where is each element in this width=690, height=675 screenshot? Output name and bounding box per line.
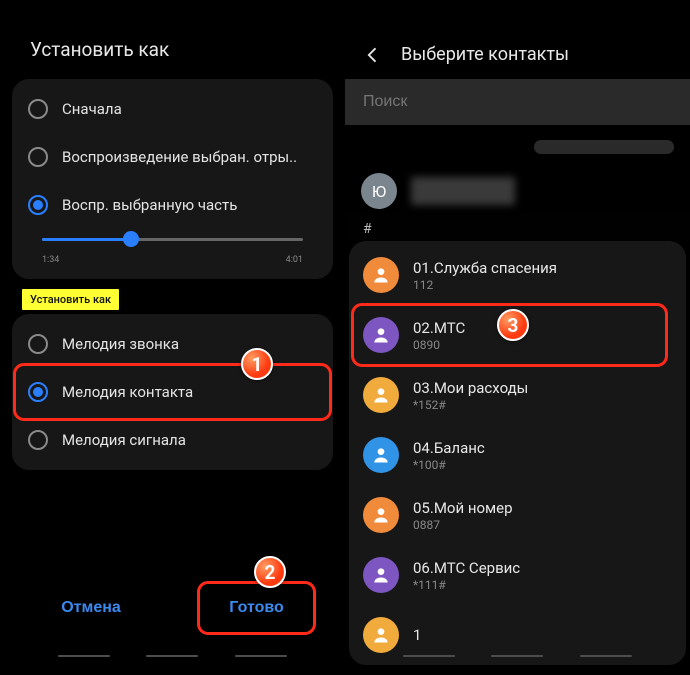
contact-row[interactable]: 04.Баланс*100# [349, 425, 686, 485]
set-as-ringtone[interactable]: Мелодия звонка [12, 320, 333, 368]
back-icon[interactable] [363, 45, 383, 65]
playback-option-selected-fragment[interactable]: Воспроизведение выбран. отры.. [12, 133, 333, 181]
contact-row[interactable]: 05.Мой номер0887 [349, 485, 686, 545]
playback-option-from-start[interactable]: Сначала [12, 85, 333, 133]
time-end: 4:01 [286, 255, 303, 265]
placeholder-line [534, 140, 674, 154]
radio-unchecked-icon [28, 147, 48, 167]
contact-sub: *100# [413, 458, 485, 472]
avatar-letter: Ю [361, 173, 397, 209]
avatar-icon [363, 317, 399, 353]
gesture-bar [0, 655, 345, 657]
playback-option-selected-part[interactable]: Воспр. выбранную часть [12, 181, 333, 229]
gesture-bar [345, 655, 690, 657]
radio-checked-icon [28, 195, 48, 215]
playback-option-label: Воспр. выбранную часть [62, 196, 237, 214]
contact-row[interactable]: 02.МТС0890 [349, 305, 686, 365]
set-as-label: Мелодия сигнала [62, 431, 186, 449]
contact-name: 03.Мои расходы [413, 379, 528, 397]
set-as-alarm[interactable]: Мелодия сигнала [12, 416, 333, 464]
radio-unchecked-icon [28, 430, 48, 450]
contact-name: 1 [413, 626, 421, 644]
section-chip: Установить как [22, 289, 119, 310]
avatar-icon [363, 497, 399, 533]
avatar-icon [363, 557, 399, 593]
set-as-label: Мелодия звонка [62, 335, 179, 353]
index-letter: # [345, 213, 690, 241]
contact-name: 04.Баланс [413, 439, 485, 457]
playback-option-label: Сначала [62, 100, 122, 118]
playback-card: Сначала Воспроизведение выбран. отры.. В… [12, 79, 333, 279]
trim-slider[interactable] [42, 229, 303, 251]
set-as-label: Мелодия контакта [62, 383, 193, 401]
contact-sub: *111# [413, 578, 520, 592]
contact-name: 01.Служба спасения [413, 259, 557, 277]
contact-sub: 0887 [413, 518, 513, 532]
avatar-icon [363, 257, 399, 293]
search-input[interactable] [345, 79, 690, 125]
set-as-contact-ringtone[interactable]: Мелодия контакта [12, 368, 333, 416]
time-start: 1:34 [42, 255, 59, 265]
contact-name: 02.МТС [413, 319, 465, 337]
playback-option-label: Воспроизведение выбран. отры.. [62, 148, 297, 166]
radio-checked-icon [28, 382, 48, 402]
avatar-icon [363, 377, 399, 413]
done-button[interactable]: Готово [199, 583, 313, 633]
favorites-row[interactable] [345, 125, 690, 169]
blurred-name [411, 177, 515, 205]
my-profile-row[interactable]: Ю [345, 169, 690, 213]
contact-sub: *152# [413, 398, 528, 412]
radio-unchecked-icon [28, 99, 48, 119]
contact-name: 06.МТС Сервис [413, 559, 520, 577]
contact-row[interactable]: 06.МТС Сервис*111# [349, 545, 686, 605]
radio-unchecked-icon [28, 334, 48, 354]
contact-name: 05.Мой номер [413, 499, 513, 517]
header-title: Выберите контакты [401, 44, 569, 65]
avatar-icon [363, 617, 399, 653]
contacts-list: 01.Служба спасения112 02.МТС0890 03.Мои … [349, 241, 686, 665]
contact-row[interactable]: 03.Мои расходы*152# [349, 365, 686, 425]
contact-sub: 0890 [413, 338, 465, 352]
cancel-button[interactable]: Отмена [31, 583, 151, 633]
set-as-card: Мелодия звонка Мелодия контакта Мелодия … [12, 314, 333, 470]
contact-row[interactable]: 01.Служба спасения112 [349, 245, 686, 305]
contact-sub: 112 [413, 278, 557, 292]
page-title: Установить как [12, 18, 333, 79]
avatar-icon [363, 437, 399, 473]
